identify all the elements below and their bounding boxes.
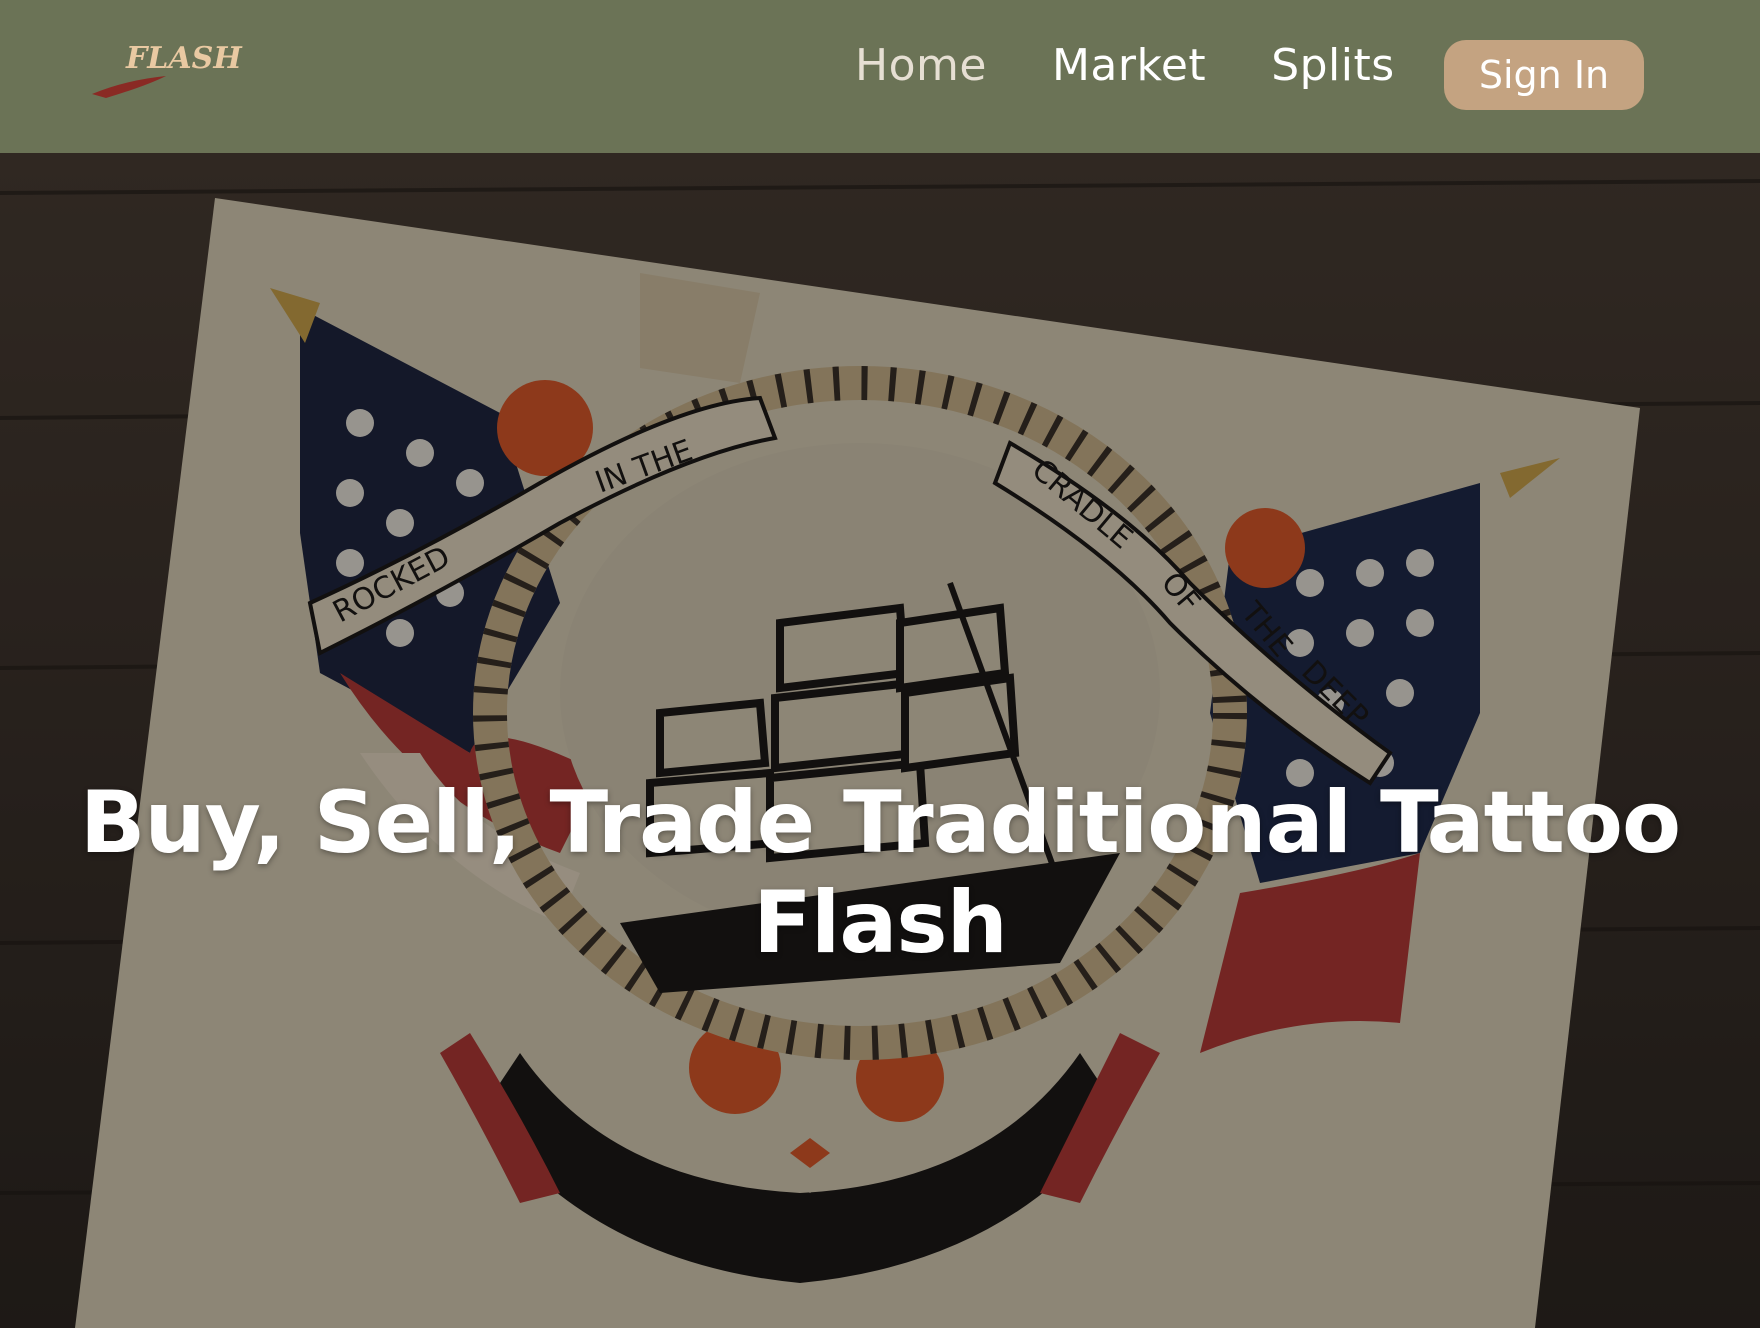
flash-logo-icon: FLASH — [92, 41, 243, 98]
logo-text: FLASH — [125, 41, 243, 76]
hero-section: ROCKED IN THE CRADLE OF THE DEEP Buy, Se… — [0, 153, 1760, 1328]
nav-link-splits[interactable]: Splits — [1271, 40, 1394, 91]
nav-link-home[interactable]: Home — [855, 40, 987, 91]
main-nav: Home Market Splits — [855, 40, 1395, 91]
hero-title: Buy, Sell, Trade Traditional Tattoo Flas… — [79, 773, 1681, 973]
sign-in-button[interactable]: Sign In — [1444, 40, 1644, 110]
hero-background-image: ROCKED IN THE CRADLE OF THE DEEP — [0, 153, 1760, 1328]
brush-stroke — [92, 76, 166, 98]
flash-logo[interactable]: FLASH — [86, 36, 246, 106]
nav-link-market[interactable]: Market — [1052, 40, 1206, 91]
navbar: FLASH Home Market Splits Sign In — [0, 0, 1760, 153]
hero-overlay — [0, 153, 1760, 1328]
